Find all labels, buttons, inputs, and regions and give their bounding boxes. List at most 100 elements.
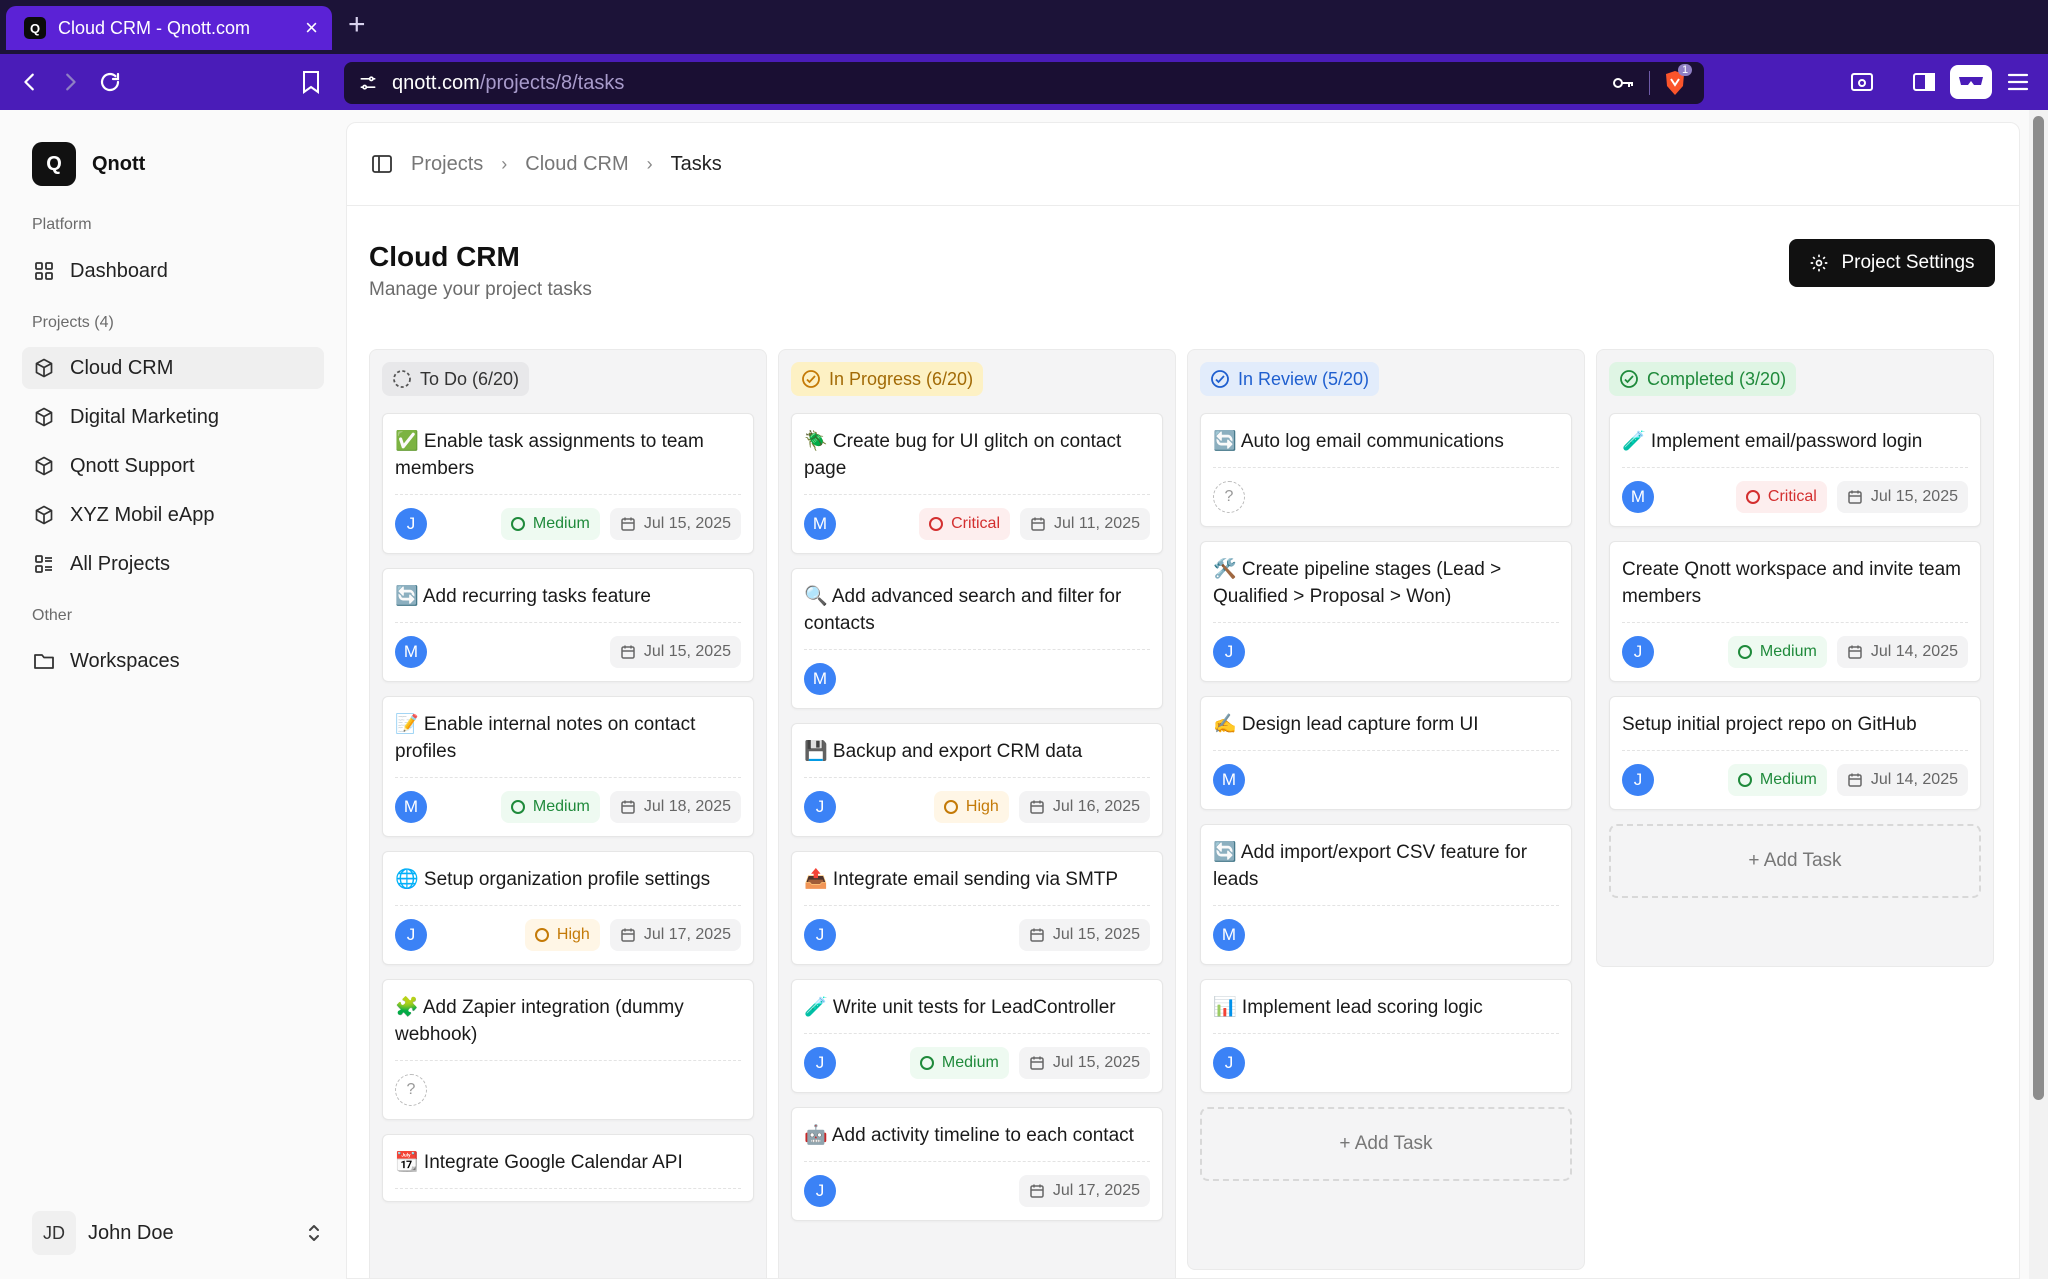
sidebar-item-label: Dashboard	[70, 259, 168, 282]
breadcrumb-projects[interactable]: Projects	[411, 153, 483, 176]
task-card[interactable]: 🧩 Add Zapier integration (dummy webhook)…	[382, 979, 754, 1120]
unassigned-avatar[interactable]: ?	[395, 1074, 427, 1106]
project-settings-button[interactable]: Project Settings	[1789, 239, 1995, 287]
due-date-badge[interactable]: Jul 15, 2025	[609, 508, 741, 540]
task-card[interactable]: 🪲 Create bug for UI glitch on contact pa…	[791, 413, 1163, 554]
scrollbar-thumb[interactable]	[2033, 116, 2044, 1100]
add-task-button[interactable]: + Add Task	[1200, 1107, 1572, 1181]
avatar[interactable]: J	[395, 508, 427, 540]
task-card[interactable]: 🧪 Implement email/password login M Criti…	[1609, 413, 1981, 527]
sidebar-toggle-icon[interactable]	[1908, 66, 1940, 98]
avatar[interactable]: J	[1622, 636, 1654, 668]
due-date-badge[interactable]: Jul 18, 2025	[609, 791, 741, 823]
column-header: In Review (5/20)	[1200, 362, 1380, 396]
avatar[interactable]: J	[804, 919, 836, 951]
task-card[interactable]: 🔄 Add recurring tasks feature M Jul 15, …	[382, 568, 754, 682]
due-date-badge[interactable]: Jul 16, 2025	[1018, 791, 1150, 823]
tab-title: Cloud CRM - Qnott.com	[58, 17, 251, 38]
cube-icon	[32, 454, 56, 478]
avatar[interactable]: M	[395, 636, 427, 668]
task-card[interactable]: 🔄 Add import/export CSV feature for lead…	[1200, 824, 1572, 965]
main-panel: Projects › Cloud CRM › Tasks Cloud CRM M…	[346, 122, 2020, 1279]
task-title: Setup initial project repo on GitHub	[1622, 711, 1968, 751]
browser-tab[interactable]: Q Cloud CRM - Qnott.com ×	[6, 6, 332, 50]
task-card[interactable]: 🌐 Setup organization profile settings J …	[382, 851, 754, 965]
avatar[interactable]: J	[804, 1047, 836, 1079]
task-card[interactable]: 💾 Backup and export CRM data J High Jul …	[791, 723, 1163, 837]
column-label: In Review (5/20)	[1238, 368, 1370, 389]
due-date-badge[interactable]: Jul 17, 2025	[1018, 1175, 1150, 1207]
task-card[interactable]: 📆 Integrate Google Calendar API	[382, 1134, 754, 1202]
avatar[interactable]: M	[1213, 764, 1245, 796]
task-card[interactable]: 🔄 Auto log email communications ?	[1200, 413, 1572, 527]
address-bar[interactable]: qnott.com/projects/8/tasks 1	[344, 62, 1704, 104]
column-in-review: In Review (5/20) 🔄 Auto log email commun…	[1187, 349, 1585, 1270]
new-tab-button[interactable]: +	[348, 10, 366, 40]
brave-shield-icon[interactable]: 1	[1664, 64, 1693, 96]
user-menu[interactable]: JD John Doe	[32, 1205, 322, 1261]
due-date-badge[interactable]: Jul 14, 2025	[1836, 636, 1968, 668]
sidebar-item-project[interactable]: Digital Marketing	[22, 396, 324, 438]
site-settings-icon[interactable]	[358, 73, 378, 93]
due-date-badge[interactable]: Jul 17, 2025	[609, 919, 741, 951]
progress-circle-icon	[801, 369, 821, 389]
task-card[interactable]: 🤖 Add activity timeline to each contact …	[791, 1107, 1163, 1221]
forward-icon[interactable]	[54, 66, 86, 98]
task-title: 📆 Integrate Google Calendar API	[395, 1149, 741, 1189]
sidebar-collapse-icon[interactable]	[371, 154, 393, 174]
avatar[interactable]: J	[804, 1175, 836, 1207]
brand[interactable]: Q Qnott	[32, 142, 145, 186]
task-title: 🔄 Add recurring tasks feature	[395, 583, 741, 623]
due-date-badge[interactable]: Jul 11, 2025	[1020, 508, 1150, 540]
bookmark-icon[interactable]	[295, 66, 327, 98]
sidebar-item-project[interactable]: Cloud CRM	[22, 347, 324, 389]
reload-icon[interactable]	[94, 66, 126, 98]
unassigned-avatar[interactable]: ?	[1213, 481, 1245, 513]
avatar[interactable]: J	[1213, 1047, 1245, 1079]
task-card[interactable]: ✍️ Design lead capture form UI M	[1200, 696, 1572, 810]
breadcrumb-project[interactable]: Cloud CRM	[525, 153, 628, 176]
avatar[interactable]: J	[804, 791, 836, 823]
due-date-badge[interactable]: Jul 15, 2025	[609, 636, 741, 668]
section-other: Other	[32, 607, 73, 624]
task-card[interactable]: 📝 Enable internal notes on contact profi…	[382, 696, 754, 837]
due-date-badge[interactable]: Jul 15, 2025	[1836, 481, 1968, 513]
sidebar-item-workspaces[interactable]: Workspaces	[22, 640, 324, 682]
sidebar-item-label: Workspaces	[70, 649, 180, 672]
shield-badge: 1	[1678, 64, 1693, 76]
due-date-badge[interactable]: Jul 15, 2025	[1018, 1047, 1150, 1079]
task-card[interactable]: 🔍 Add advanced search and filter for con…	[791, 568, 1163, 709]
vpn-glasses-icon[interactable]	[1950, 65, 1992, 99]
sidebar-item-project[interactable]: XYZ Mobil eApp	[22, 494, 324, 536]
task-card[interactable]: 📊 Implement lead scoring logic J	[1200, 979, 1572, 1093]
avatar[interactable]: J	[395, 919, 427, 951]
brand-logo: Q	[32, 142, 76, 186]
due-date-badge[interactable]: Jul 15, 2025	[1018, 919, 1150, 951]
avatar[interactable]: J	[1213, 636, 1245, 668]
sidebar-item-dashboard[interactable]: Dashboard	[22, 250, 324, 292]
sidebar-item-all-projects[interactable]: All Projects	[22, 543, 324, 585]
avatar[interactable]: M	[804, 508, 836, 540]
task-card[interactable]: Setup initial project repo on GitHub J M…	[1609, 696, 1981, 810]
avatar[interactable]: M	[395, 791, 427, 823]
calendar-icon	[1847, 644, 1863, 660]
tab-close-icon[interactable]: ×	[305, 17, 318, 39]
menu-icon[interactable]	[2002, 66, 2034, 98]
page-scrollbar[interactable]	[2029, 110, 2048, 1279]
avatar[interactable]: J	[1622, 764, 1654, 796]
avatar[interactable]: M	[1622, 481, 1654, 513]
task-card[interactable]: 🛠️ Create pipeline stages (Lead > Qualif…	[1200, 541, 1572, 682]
task-card[interactable]: 🧪 Write unit tests for LeadController J …	[791, 979, 1163, 1093]
key-icon[interactable]	[1611, 73, 1635, 93]
add-task-button[interactable]: + Add Task	[1609, 824, 1981, 898]
task-card[interactable]: ✅ Enable task assignments to team member…	[382, 413, 754, 554]
avatar[interactable]: M	[804, 663, 836, 695]
sidebar-item-project[interactable]: Qnott Support	[22, 445, 324, 487]
column-header: Completed (3/20)	[1609, 362, 1797, 396]
task-card[interactable]: Create Qnott workspace and invite team m…	[1609, 541, 1981, 682]
task-card[interactable]: 📤 Integrate email sending via SMTP J Jul…	[791, 851, 1163, 965]
reader-icon[interactable]	[1846, 66, 1878, 98]
avatar[interactable]: M	[1213, 919, 1245, 951]
due-date-badge[interactable]: Jul 14, 2025	[1836, 764, 1968, 796]
back-icon[interactable]	[14, 66, 46, 98]
